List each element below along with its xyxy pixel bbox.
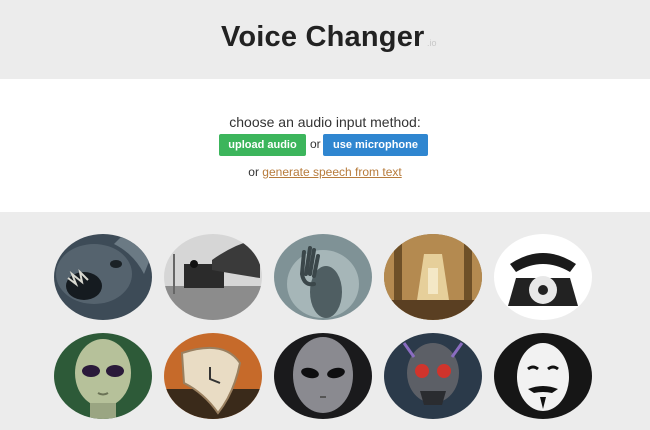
- upload-audio-button[interactable]: upload audio: [219, 134, 306, 156]
- voice-option-screaming-creature[interactable]: [54, 234, 152, 320]
- ghost-hand-icon: [274, 234, 372, 320]
- voice-option-ghost-hand[interactable]: [274, 234, 372, 320]
- title-domain-suffix: .io: [427, 38, 437, 48]
- voice-option-anonymous[interactable]: [494, 333, 592, 419]
- melting-clock-icon: [164, 333, 262, 419]
- anonymous-mask-icon: [494, 333, 592, 419]
- voice-option-alien[interactable]: [54, 333, 152, 419]
- alien-icon: [54, 333, 152, 419]
- voice-option-cathedral[interactable]: [384, 234, 482, 320]
- voice-option-gramophone[interactable]: [164, 234, 262, 320]
- screaming-creature-icon: [54, 234, 152, 320]
- or-separator: or: [310, 137, 321, 151]
- robot-skull-icon: [384, 333, 482, 419]
- voice-option-melting-clock[interactable]: [164, 333, 262, 419]
- input-method-panel: choose an audio input method: upload aud…: [0, 79, 650, 212]
- rotary-telephone-icon: [494, 234, 592, 320]
- generate-speech-link[interactable]: generate speech from text: [262, 165, 401, 179]
- gramophone-horn-icon: [164, 234, 262, 320]
- alt-input-line: or generate speech from text: [0, 165, 650, 179]
- page-header: Voice Changer .io: [0, 0, 650, 79]
- voice-option-grey-alien[interactable]: [274, 333, 372, 419]
- use-microphone-button[interactable]: use microphone: [323, 134, 428, 156]
- voice-option-robot-skull[interactable]: [384, 333, 482, 419]
- input-method-prompt: choose an audio input method:: [229, 114, 421, 130]
- voice-option-telephone[interactable]: [494, 234, 592, 320]
- alt-or-text: or: [248, 165, 259, 179]
- page-title: Voice Changer: [221, 21, 425, 53]
- grey-alien-icon: [274, 333, 372, 419]
- cathedral-interior-icon: [384, 234, 482, 320]
